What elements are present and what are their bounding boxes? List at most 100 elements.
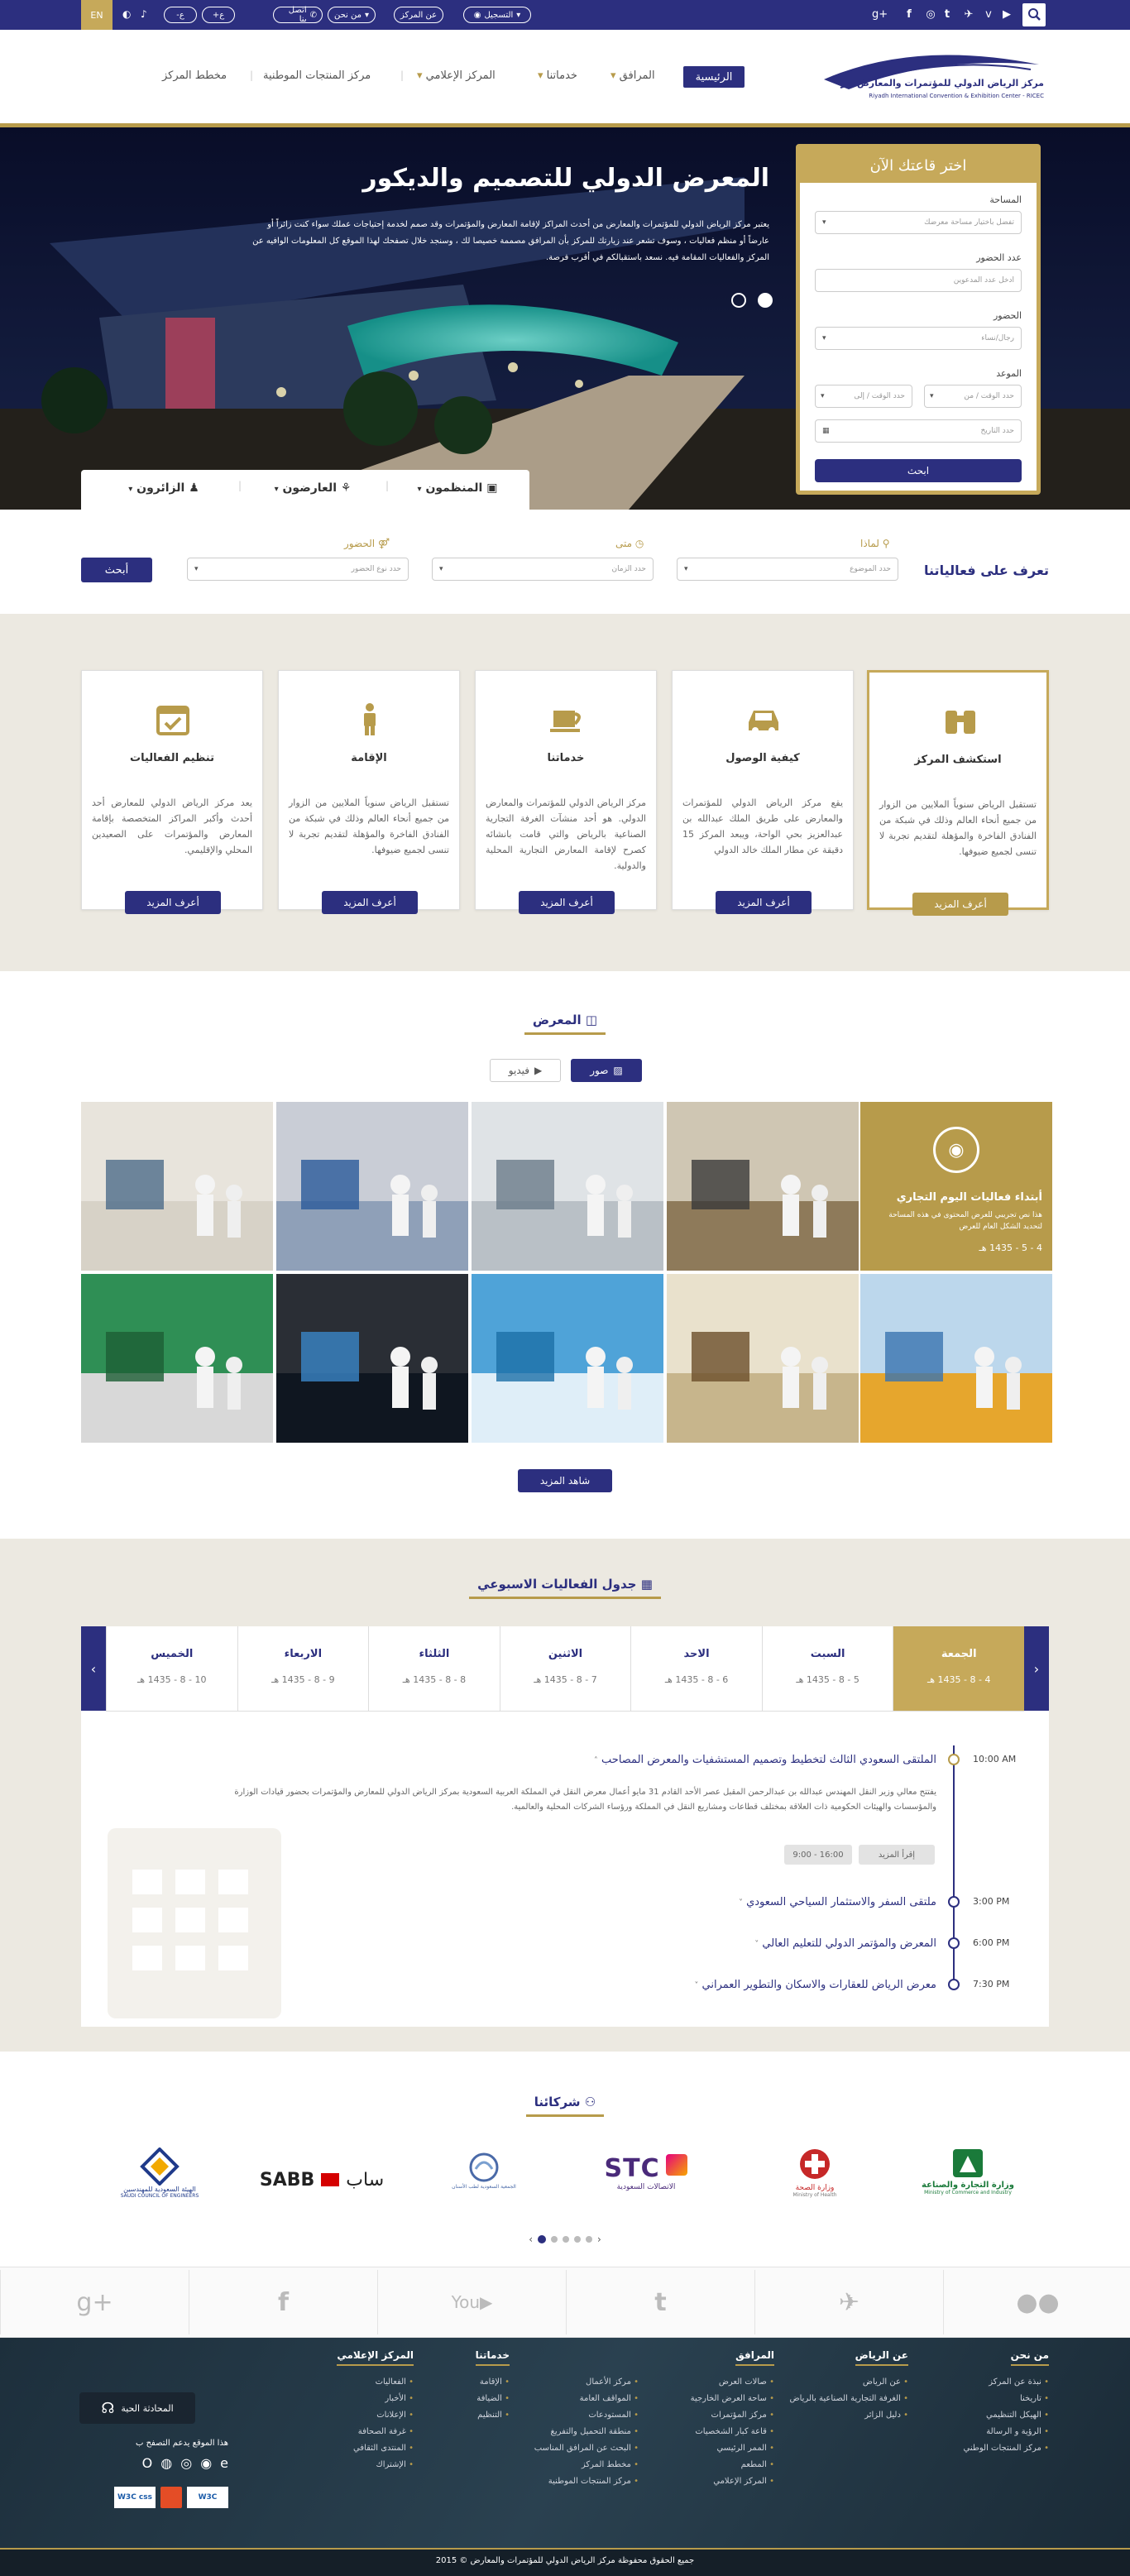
event-title[interactable]: الملتقى السعودي الثالث لتخطيط وتصميم الم… [594,1754,936,1766]
contact-button[interactable]: ✆ اتصل بنا [273,6,323,24]
filter-search-button[interactable]: أبحث [81,558,152,582]
live-chat-button[interactable]: المحادثة الحية ☊ [79,2392,195,2424]
nav-facilities[interactable]: المرافق ▾ [610,69,655,82]
language-switch[interactable]: EN [81,0,113,30]
learn-more-button[interactable]: أعرف المزيد [322,891,418,914]
footer-link[interactable]: صالات العرض [691,2374,774,2391]
date-input[interactable]: ▦ حدد التاريخ [815,419,1022,443]
nav-national-products[interactable]: مركز المنتجات الموطنية [263,69,371,82]
nav-media-center[interactable]: المركز الإعلامي ▾ [417,69,496,82]
google-plus-icon[interactable]: g+ [872,7,888,22]
day-tab[interactable]: الخميس 10 - 8 - 1435 هـ [106,1626,237,1711]
footer-link[interactable]: غرفة الصحافة [337,2424,414,2440]
tab-exhibitors[interactable]: ⚘ العارضون ▾ [247,481,379,495]
event-title[interactable]: المعرض والمؤتمر الدولي للتعليم العالي ˅ [754,1937,936,1950]
gallery-featured-tile[interactable]: ◉ أبتداء فعاليات اليوم التجاري هذا نص تج… [860,1102,1052,1271]
topic-select[interactable]: ▾ حدد الموضوع [677,558,898,581]
footer-link[interactable]: الرؤية و الرسالة [964,2424,1049,2440]
register-button[interactable]: ▾ التسجيل ◉ [463,7,531,23]
gallery-photo[interactable] [860,1274,1052,1443]
schedule-prev-arrow[interactable]: ‹ [81,1626,106,1711]
tumblr-icon[interactable]: t [940,7,955,22]
logo[interactable]: مركز الرياض الدولي للمؤتمرات والمعارض Ri… [816,46,1047,113]
footer-link[interactable]: مركز الأعمال [534,2374,639,2391]
facebook-icon[interactable]: f [902,7,917,22]
footer-link[interactable]: الممر الرئيسي [691,2440,774,2457]
partner-logo-engineers[interactable]: الهيئة السعودية للمهندسين SAUDI COUNCIL … [98,2147,222,2214]
day-tab[interactable]: الاربعاء 9 - 8 - 1435 هـ [237,1626,369,1711]
footer-link[interactable]: الفعاليات [337,2374,414,2391]
attendance-select[interactable]: ▾ حدد نوع الحضور [187,558,409,581]
time-select[interactable]: ▾ حدد الزمان [432,558,654,581]
partner-logo-sabb[interactable]: SABB ساب [245,2166,399,2194]
youtube-icon[interactable]: ▶ [999,7,1014,22]
footer-link[interactable]: مركز المؤتمرات [691,2407,774,2424]
tab-visitors[interactable]: ♟ الزائرون ▾ [98,481,230,495]
learn-more-button[interactable]: أعرف المزيد [716,891,812,914]
area-select[interactable]: ▾ تفضل باختيار مساحة معرضك [815,211,1022,234]
day-tab[interactable]: الثلثاء 8 - 8 - 1435 هـ [368,1626,500,1711]
gallery-photo[interactable] [667,1274,859,1443]
vimeo-icon[interactable]: v [981,7,996,22]
gallery-photo[interactable] [667,1102,859,1271]
gallery-more-button[interactable]: شاهد المزيد [518,1469,612,1492]
gallery-photo[interactable] [276,1274,468,1443]
time-to-select[interactable]: ▾ حدد الوقت / إلى [815,385,912,408]
twitter-icon[interactable]: ✈ [754,2270,943,2334]
pager-dot[interactable] [563,2236,569,2243]
flickr-icon[interactable]: ●● [943,2270,1130,2334]
twitter-icon[interactable]: ✈ [961,7,976,22]
time-from-select[interactable]: ▾ حدد الوقت / من [924,385,1022,408]
pager-dot-active[interactable] [538,2235,546,2243]
gallery-photo[interactable] [81,1102,273,1271]
footer-link[interactable]: البحث عن المرافق المناسب [534,2440,639,2457]
chevron-left-icon[interactable]: ‹ [529,2234,533,2245]
footer-link[interactable]: التنظيم [476,2407,510,2424]
footer-link[interactable]: المطعم [691,2457,774,2473]
day-tab[interactable]: الاحد 6 - 8 - 1435 هـ [630,1626,762,1711]
nav-center-map[interactable]: مخطط المركز [162,69,227,82]
google-plus-icon[interactable]: g+ [0,2270,189,2334]
day-tab[interactable]: الجمعة 4 - 8 - 1435 هـ [893,1626,1024,1711]
learn-more-button[interactable]: أعرف المزيد [125,891,221,914]
footer-link[interactable]: مخطط المركز [534,2457,639,2473]
event-title[interactable]: ملتقى السفر والاستثمار السياحي السعودي ˅ [739,1896,936,1908]
footer-link[interactable]: مركز المنتجات الوطني [964,2440,1049,2457]
partner-logo-stc[interactable]: STC الاتصالات السعودية [584,2154,708,2204]
partner-logo-dental[interactable]: الجمعية السعودية لطب الأسنان [430,2151,538,2209]
footer-link[interactable]: المركز الإعلامي [691,2473,774,2490]
footer-link[interactable]: مركز المنتجات الموطنية [534,2473,639,2490]
learn-more-button[interactable]: أعرف المزيد [519,891,615,914]
footer-link[interactable]: ساحة العرض الخارجية [691,2391,774,2407]
pager-dot[interactable] [551,2236,558,2243]
nav-home[interactable]: الرئيسية [683,66,745,88]
footer-link[interactable]: نبذة عن المركز [964,2374,1049,2391]
rss-icon[interactable]: ◎ [923,7,938,22]
pager-dot[interactable] [574,2236,581,2243]
footer-link[interactable]: قاعة كبار الشخصيات [691,2424,774,2440]
partner-logo-health[interactable]: وزارة الصحة Ministry of Health [761,2147,869,2214]
about-button[interactable]: عن المركز [394,7,443,23]
schedule-next-arrow[interactable]: › [1024,1626,1049,1711]
footer-link[interactable]: الإشتراك [337,2457,414,2473]
read-more-button[interactable]: إقرأ المزيد [859,1845,935,1865]
footer-link[interactable]: عن الرياض [790,2374,908,2391]
gallery-photo[interactable] [276,1102,468,1271]
facebook-icon[interactable]: f [189,2270,377,2334]
gallery-photo[interactable] [81,1274,273,1443]
footer-link[interactable]: المستودعات [534,2407,639,2424]
footer-link[interactable]: الأخبار [337,2391,414,2407]
footer-link[interactable]: منطقة التحميل والتفريغ [534,2424,639,2440]
footer-link[interactable]: المنتدى الثقافي [337,2440,414,2457]
accessibility-icon[interactable]: ◐ [122,8,131,20]
chevron-right-icon[interactable]: › [597,2234,601,2245]
nav-services[interactable]: خدماتنا ▾ [538,69,577,82]
footer-link[interactable]: الإعلانات [337,2407,414,2424]
font-increase-button[interactable]: ع+ [202,7,235,23]
learn-more-button[interactable]: أعرف المزيد [912,893,1008,916]
attendees-input[interactable]: ادخل عدد المدعوين [815,269,1022,292]
youtube-icon[interactable]: You▶ [377,2270,566,2334]
slider-dot-active[interactable] [758,293,773,308]
volume-icon[interactable]: ♪ [141,8,147,20]
videos-tab[interactable]: ▶ فيديو [490,1059,561,1082]
